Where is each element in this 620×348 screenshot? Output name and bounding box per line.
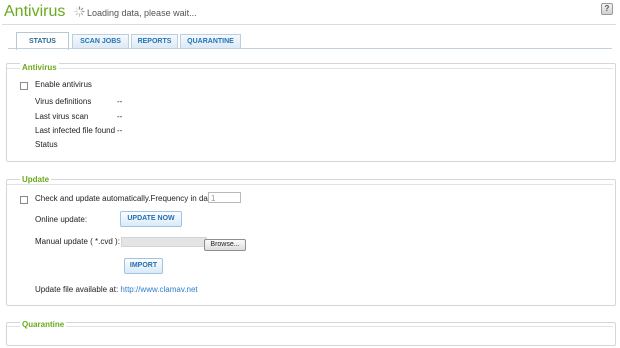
loading-spinner-icon bbox=[74, 6, 85, 17]
header-divider bbox=[2, 24, 616, 25]
auto-update-checkbox[interactable] bbox=[20, 196, 28, 204]
browse-button[interactable]: Browse... bbox=[204, 239, 246, 251]
last-virus-scan-label: Last virus scan bbox=[35, 112, 89, 121]
update-now-button[interactable]: UPDATE NOW bbox=[120, 211, 182, 227]
enable-antivirus-checkbox[interactable] bbox=[20, 82, 28, 90]
manual-update-label: Manual update ( *.cvd ): bbox=[35, 237, 120, 246]
update-available-label: Update file available at: bbox=[35, 285, 119, 294]
quarantine-legend: Quarantine bbox=[20, 320, 67, 329]
update-legend-rule bbox=[7, 184, 613, 185]
auto-update-label: Check and update automatically.Frequency… bbox=[35, 194, 219, 203]
update-legend: Update bbox=[20, 175, 52, 184]
antivirus-legend-rule bbox=[7, 68, 613, 69]
tab-scan-jobs[interactable]: SCAN JOBS bbox=[72, 34, 129, 49]
virus-definitions-value: -- bbox=[117, 97, 123, 106]
tab-quarantine[interactable]: QUARANTINE bbox=[180, 34, 241, 49]
tab-reports[interactable]: REPORTS bbox=[131, 34, 178, 49]
manual-update-file-field[interactable] bbox=[121, 237, 207, 247]
quarantine-legend-rule bbox=[7, 326, 613, 327]
help-icon[interactable]: ? bbox=[601, 3, 613, 15]
frequency-days-input[interactable]: 1 bbox=[208, 192, 241, 203]
status-label: Status bbox=[35, 140, 58, 149]
loading-status-text: Loading data, please wait... bbox=[87, 8, 197, 18]
last-infected-file-label: Last infected file found bbox=[35, 126, 116, 135]
antivirus-fieldset bbox=[6, 63, 616, 162]
page-title: Antivirus bbox=[4, 3, 66, 20]
antivirus-legend: Antivirus bbox=[20, 63, 59, 72]
last-virus-scan-value: -- bbox=[117, 112, 123, 121]
enable-antivirus-label: Enable antivirus bbox=[35, 80, 92, 89]
virus-definitions-label: Virus definitions bbox=[35, 97, 92, 106]
tab-bar-divider bbox=[8, 48, 612, 49]
last-infected-file-value: -- bbox=[117, 126, 123, 135]
import-button[interactable]: IMPORT bbox=[124, 258, 163, 274]
clamav-link[interactable]: http://www.clamav.net bbox=[120, 285, 197, 294]
update-available-text: Update file available at: http://www.cla… bbox=[35, 285, 198, 294]
online-update-label: Online update: bbox=[35, 215, 88, 224]
